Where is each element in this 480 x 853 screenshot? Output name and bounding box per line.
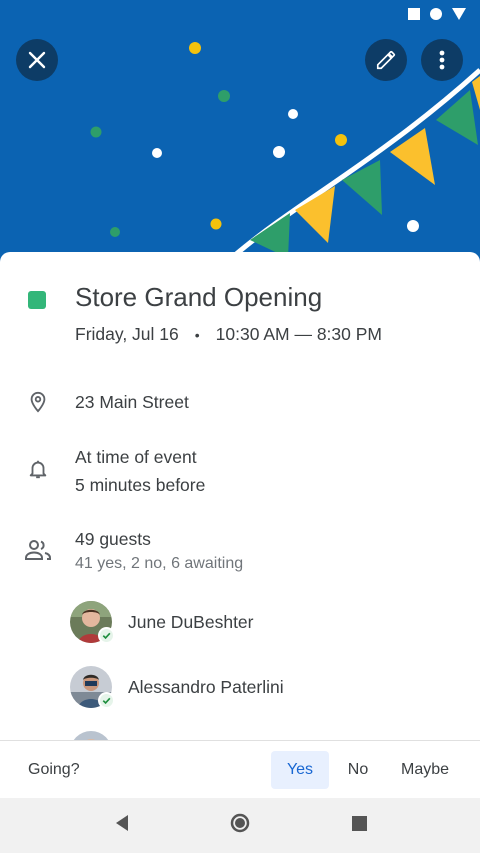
recents-icon[interactable] <box>352 816 367 831</box>
more-vert-icon <box>439 50 445 70</box>
rsvp-no-button[interactable]: No <box>333 751 383 789</box>
rsvp-yes-button[interactable]: Yes <box>271 751 329 789</box>
close-icon <box>28 51 46 69</box>
event-location[interactable]: 23 Main Street <box>75 392 189 413</box>
home-icon[interactable] <box>230 813 250 833</box>
event-header-banner <box>0 0 480 260</box>
triangle-signal-icon <box>452 8 466 20</box>
back-icon[interactable] <box>114 814 130 832</box>
pencil-icon <box>376 50 396 70</box>
event-color-indicator <box>28 291 46 309</box>
accepted-check-icon <box>98 627 115 644</box>
close-button[interactable] <box>16 39 58 81</box>
location-pin-icon <box>24 388 52 416</box>
bell-icon <box>24 455 52 483</box>
event-detail-screen: Store Grand Opening Friday, Jul 16 • 10:… <box>0 0 480 853</box>
edit-button[interactable] <box>365 39 407 81</box>
confetti-illustration <box>90 42 480 258</box>
separator-bullet: • <box>194 326 200 343</box>
reminder-item[interactable]: At time of event <box>75 447 197 468</box>
circle-icon <box>430 8 442 20</box>
system-nav-bar <box>0 798 480 853</box>
event-date: Friday, Jul 16 <box>75 324 179 344</box>
event-datetime: Friday, Jul 16 • 10:30 AM — 8:30 PM <box>75 324 382 345</box>
more-options-button[interactable] <box>421 39 463 81</box>
rsvp-maybe-button[interactable]: Maybe <box>388 751 462 789</box>
guest-name[interactable]: June DuBeshter <box>128 612 254 633</box>
event-time: 10:30 AM — 8:30 PM <box>215 324 382 344</box>
guest-summary: 41 yes, 2 no, 6 awaiting <box>75 555 244 572</box>
rsvp-question: Going? <box>28 761 80 778</box>
people-icon <box>24 536 52 564</box>
status-bar <box>408 8 466 20</box>
reminder-item[interactable]: 5 minutes before <box>75 475 205 496</box>
square-icon <box>408 8 420 20</box>
guest-name[interactable]: Alessandro Paterlini <box>128 677 284 698</box>
rsvp-bar: Going? Yes No Maybe <box>0 740 480 798</box>
accepted-check-icon <box>98 692 115 709</box>
event-title: Store Grand Opening <box>75 282 323 312</box>
guest-count[interactable]: 49 guests <box>75 529 151 550</box>
